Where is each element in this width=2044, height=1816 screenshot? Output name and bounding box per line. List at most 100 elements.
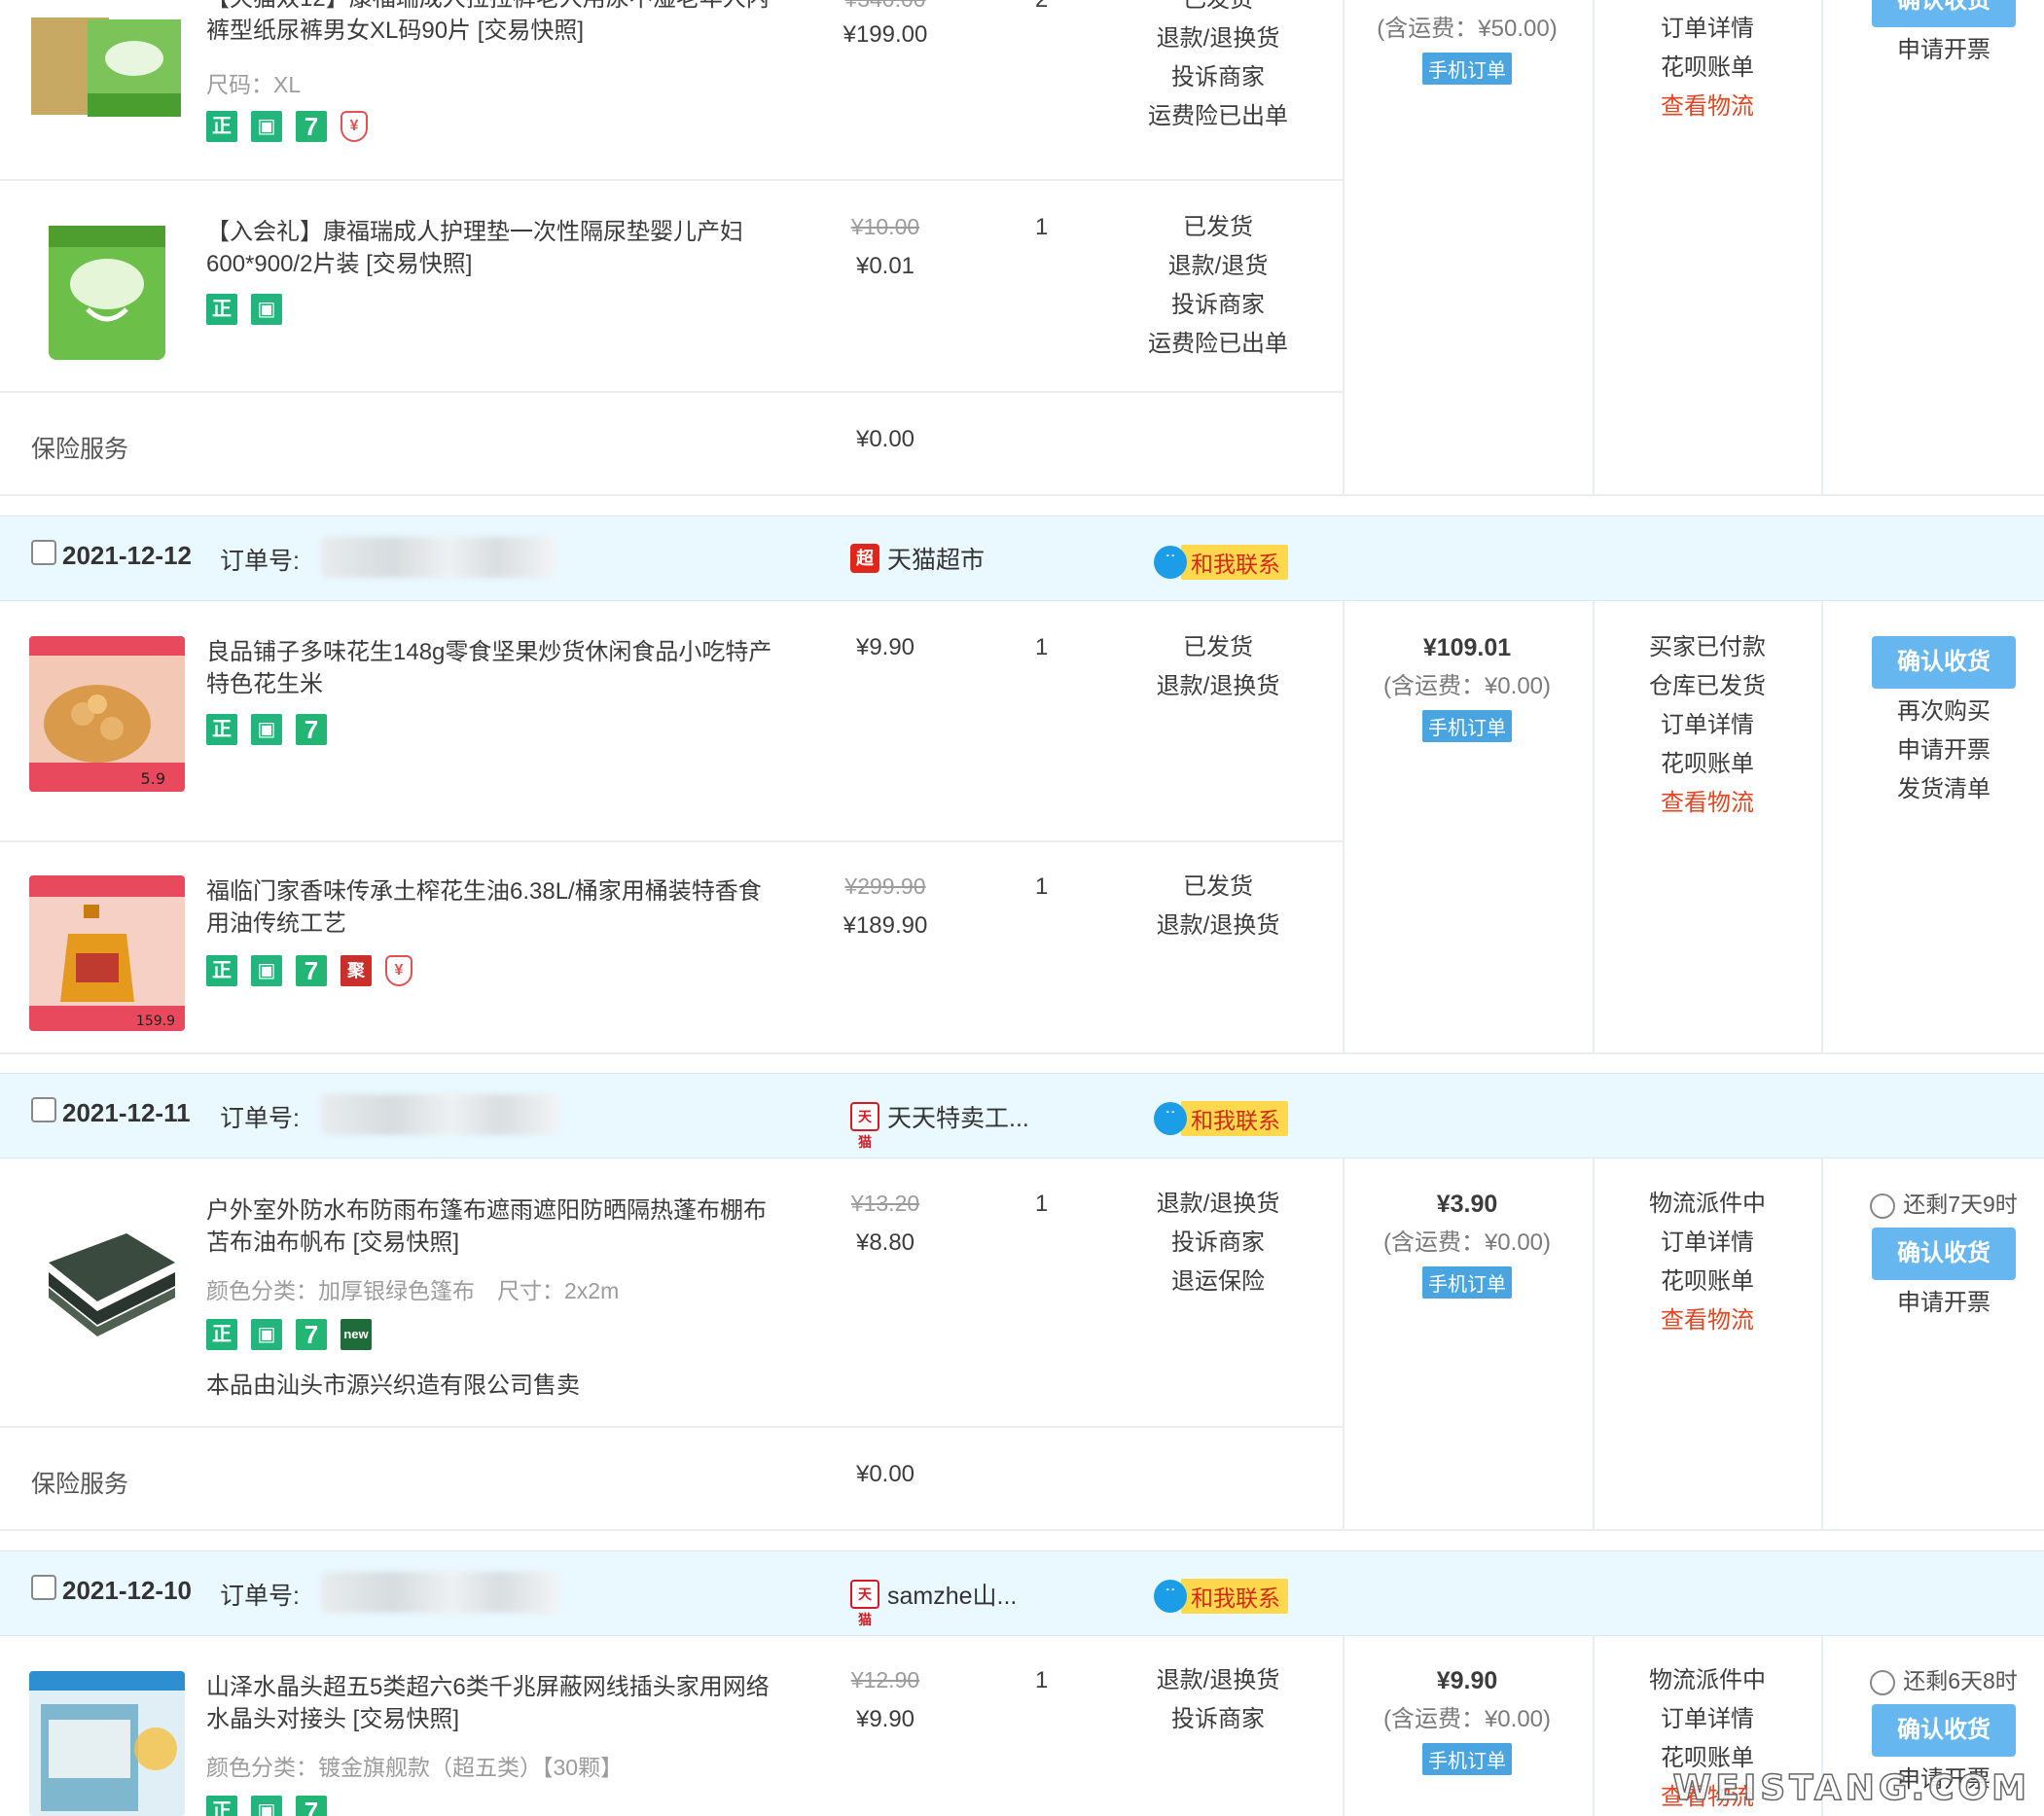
op-refund-link[interactable]: 退款/退换货 — [1121, 1661, 1315, 1700]
item-operations: 退款/退换货 投诉商家 — [1121, 1661, 1315, 1739]
shop-name[interactable]: 天猫 天天特卖工... — [850, 1099, 1029, 1150]
order-total: ¥9.90 (含运费：¥0.00) 手机订单 — [1360, 1661, 1574, 1775]
item-operations: 已发货 退款/退换货 — [1121, 628, 1315, 706]
shop-name-text[interactable]: samzhe山... — [887, 1577, 1017, 1612]
total-amount: ¥309.39 — [1360, 0, 1574, 10]
seven-day-return-icon: 7 — [296, 111, 327, 142]
shipping-list-link[interactable]: 发货清单 — [1847, 770, 2041, 809]
mobile-order-badge: 手机订单 — [1422, 53, 1512, 85]
seven-day-return-icon: 7 — [296, 1319, 327, 1350]
seller-note: 本品由汕头市源兴织造有限公司售卖 — [206, 1372, 580, 1399]
order-detail-link[interactable]: 订单详情 — [1610, 10, 1805, 49]
chat-bubble-icon: ˙˙ — [1154, 546, 1187, 579]
mobile-order-badge: 手机订单 — [1422, 1266, 1512, 1299]
guarantee-icon: ▣ — [251, 955, 282, 986]
confirm-receipt-button[interactable]: 确认收货 — [1872, 0, 2016, 27]
op-refund-link[interactable]: 退款/退换货 — [1121, 667, 1315, 706]
product-title[interactable]: 良品铺子多味花生148g零食坚果炒货休闲食品小吃特产特色花生米 — [206, 636, 780, 700]
huabei-bill-link[interactable]: 花呗账单 — [1610, 49, 1805, 88]
contact-seller-button[interactable]: ˙˙ 和我联系 — [1154, 1101, 1288, 1136]
product-title[interactable]: 福临门家香味传承土榨花生油6.38L/桶家用桶装特香食用油传统工艺 — [206, 875, 771, 940]
view-logistics-link[interactable]: 查看物流 — [1610, 1301, 1805, 1340]
product-image[interactable] — [29, 0, 185, 123]
order-number-redacted — [321, 1572, 558, 1613]
view-logistics-link[interactable]: 查看物流 — [1610, 88, 1805, 126]
order-total: ¥3.90 (含运费：¥0.00) 手机订单 — [1360, 1185, 1574, 1299]
op-shipped: 已发货 — [1183, 214, 1253, 240]
op-return-insurance[interactable]: 退运保险 — [1121, 1263, 1315, 1301]
request-invoice-link[interactable]: 申请开票 — [1847, 31, 2041, 70]
genuine-icon: 正 — [206, 714, 237, 745]
order-total: ¥309.39 (含运费：¥50.00) 手机订单 — [1360, 0, 1574, 85]
shipping-fee: (含运费：¥0.00) — [1382, 1706, 1552, 1732]
contact-seller-button[interactable]: ˙˙ 和我联系 — [1154, 545, 1288, 580]
buy-again-link[interactable]: 再次购买 — [1847, 693, 2041, 731]
product-title[interactable]: 【天猫双12】康福瑞成人拉拉裤老人用尿不湿老年人内裤型纸尿裤男女XL码90片 [… — [206, 0, 790, 47]
order-detail-link[interactable]: 订单详情 — [1610, 706, 1805, 745]
huabei-bill-link[interactable]: 花呗账单 — [1610, 745, 1805, 784]
shop-name-text[interactable]: 天天特卖工... — [887, 1099, 1029, 1134]
product-image[interactable]: 5.9 — [29, 636, 185, 792]
tmall-icon: 天猫 — [850, 1102, 879, 1150]
order-detail-link[interactable]: 订单详情 — [1610, 1700, 1805, 1739]
op-refund-link[interactable]: 退款/退换货 — [1121, 907, 1315, 945]
op-shipping-insurance[interactable]: 运费险已出单 — [1121, 97, 1315, 136]
op-shipped: 已发货 — [1183, 873, 1253, 900]
guarantee-icon: ▣ — [251, 1796, 282, 1816]
order-status: 物流派件中 订单详情 花呗账单 查看物流 — [1610, 1185, 1805, 1340]
confirm-receipt-button[interactable]: 确认收货 — [1872, 1704, 2016, 1757]
order-actions: 还剩7天9时 确认收货 申请开票 — [1847, 1185, 2041, 1323]
huabei-bill-link[interactable]: 花呗账单 — [1610, 1263, 1805, 1301]
order-checkbox[interactable] — [31, 1097, 56, 1122]
op-refund-link[interactable]: 退款/退货 — [1121, 247, 1315, 286]
product-image[interactable] — [29, 1194, 185, 1350]
order-detail-link[interactable]: 订单详情 — [1610, 1224, 1805, 1263]
clock-icon — [1870, 1193, 1896, 1219]
op-complain-link[interactable]: 投诉商家 — [1121, 1224, 1315, 1263]
watermark: WEISTANG.COM — [1672, 1767, 2030, 1809]
op-refund-link[interactable]: 退款/退换货 — [1121, 1185, 1315, 1224]
tmall-icon: 天猫 — [850, 1580, 879, 1627]
product-title[interactable]: 山泽水晶头超五5类超六6类千兆屏蔽网线插头家用网络水晶头对接头 [交易快照] — [206, 1671, 780, 1735]
quantity: 2 — [1035, 0, 1048, 14]
op-refund-link[interactable]: 退款/退换货 — [1121, 19, 1315, 58]
original-price: ¥12.90 — [850, 1667, 920, 1692]
order-checkbox[interactable] — [31, 540, 56, 565]
request-invoice-link[interactable]: 申请开票 — [1847, 731, 2041, 770]
seven-day-return-icon: 7 — [296, 714, 327, 745]
view-logistics-link[interactable]: 查看物流 — [1610, 784, 1805, 823]
svg-text:5.9: 5.9 — [141, 769, 165, 788]
op-complain-link[interactable]: 投诉商家 — [1121, 286, 1315, 325]
product-title[interactable]: 户外室外防水布防雨布篷布遮雨遮阳防晒隔热蓬布棚布苫布油布帆布 [交易快照] — [206, 1194, 780, 1259]
contact-label[interactable]: 和我联系 — [1181, 545, 1288, 580]
op-shipping-insurance[interactable]: 运费险已出单 — [1121, 325, 1315, 364]
order-checkbox[interactable] — [31, 1575, 56, 1600]
product-title[interactable]: 【入会礼】康福瑞成人护理垫一次性隔尿垫婴儿产妇600*900/2片装 [交易快照… — [206, 216, 790, 280]
insurance-price: ¥0.00 — [855, 1461, 915, 1487]
item-operations: 已发货 退款/退货 投诉商家 运费险已出单 — [1121, 208, 1315, 364]
product-image[interactable]: 159.9 — [29, 875, 185, 1031]
product-image[interactable] — [29, 212, 185, 368]
product-image[interactable] — [29, 1671, 185, 1816]
shop-name[interactable]: 天猫 samzhe山... — [850, 1577, 1017, 1627]
op-complain-link[interactable]: 投诉商家 — [1121, 1700, 1315, 1739]
op-shipped: 已发货 — [1121, 0, 1315, 19]
svg-text:159.9: 159.9 — [136, 1014, 175, 1029]
op-shipped: 已发货 — [1183, 634, 1253, 660]
op-complain-link[interactable]: 投诉商家 — [1121, 58, 1315, 97]
product-sku: 颜色分类：镀金旗舰款（超五类）【30颗】 — [206, 1755, 624, 1780]
contact-label[interactable]: 和我联系 — [1181, 1579, 1288, 1614]
shop-name[interactable]: 超天猫超市 — [850, 541, 985, 576]
quantity: 1 — [1035, 1191, 1049, 1217]
shipping-fee: (含运费：¥50.00) — [1377, 16, 1558, 42]
contact-seller-button[interactable]: ˙˙ 和我联系 — [1154, 1579, 1288, 1614]
confirm-receipt-button[interactable]: 确认收货 — [1872, 636, 2016, 689]
shop-name-text[interactable]: 天猫超市 — [887, 541, 985, 576]
unit-price: ¥189.90 — [843, 912, 928, 939]
service-badges: 正 ▣ — [206, 294, 282, 325]
request-invoice-link[interactable]: 申请开票 — [1847, 1284, 2041, 1323]
unit-price: ¥9.90 — [855, 1706, 915, 1732]
confirm-receipt-button[interactable]: 确认收货 — [1872, 1228, 2016, 1280]
contact-label[interactable]: 和我联系 — [1181, 1101, 1288, 1136]
mobile-order-badge: 手机订单 — [1422, 710, 1512, 742]
